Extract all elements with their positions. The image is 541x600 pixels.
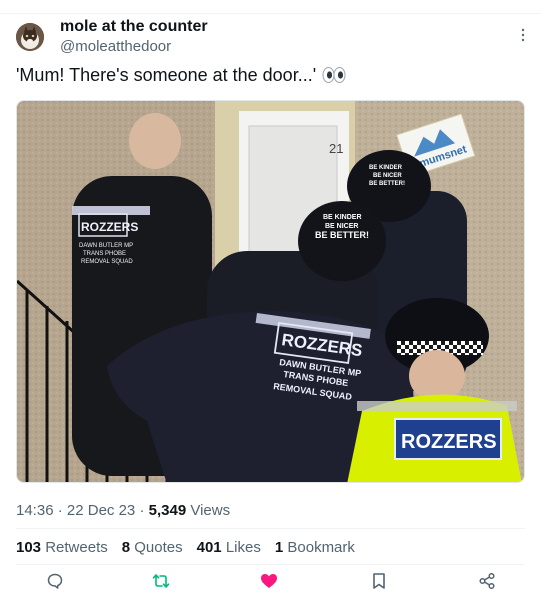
like-icon[interactable] <box>259 571 279 591</box>
top-divider <box>0 13 541 14</box>
likes-label: Likes <box>225 539 261 556</box>
retweets-stat[interactable]: 103 Retweets <box>16 539 108 556</box>
tweet-header: mole at the counter @moleatthedoor <box>16 18 526 60</box>
views-count: 5,349 <box>148 502 187 519</box>
helmet-text-1a: BE KINDER <box>369 165 403 171</box>
action-bar <box>16 566 525 596</box>
door-number: 21 <box>329 141 343 156</box>
likes-stat[interactable]: 401 Likes <box>197 539 261 556</box>
more-options-icon[interactable] <box>520 28 526 42</box>
helmet-text-1b: BE NICER <box>373 173 402 179</box>
tweet-date[interactable]: 22 Dec 23 <box>67 502 135 519</box>
jacket-sub-1b: TRANS PHOBE <box>83 251 126 257</box>
retweets-label: Retweets <box>45 539 108 556</box>
retweet-icon[interactable] <box>151 571 171 591</box>
bookmark-icon[interactable] <box>369 571 389 591</box>
tweet-text-row: 'Mum! There's someone at the door...' <box>16 65 346 89</box>
reply-icon[interactable] <box>45 571 65 591</box>
engagement-stats: 103 Retweets 8 Quotes 401 Likes 1 Bookmark <box>16 539 369 556</box>
meta-separator-1: · <box>57 502 63 519</box>
helmet-text-2b: BE NICER <box>325 223 358 230</box>
author-name[interactable]: mole at the counter <box>60 18 208 36</box>
retweets-count: 103 <box>16 539 42 556</box>
bookmarks-count: 1 <box>274 539 284 556</box>
helmet-text-2a: BE KINDER <box>323 214 362 221</box>
bookmarks-stat[interactable]: 1 Bookmark <box>275 539 355 556</box>
jacket-sub-1a: DAWN BUTLER MP <box>79 243 133 249</box>
helmet-text-1c: BE BETTER! <box>369 181 405 187</box>
tweet-text: 'Mum! There's someone at the door...' <box>16 65 317 85</box>
bookmarks-label: Bookmark <box>287 539 355 556</box>
quotes-count: 8 <box>121 539 131 556</box>
quotes-label: Quotes <box>134 539 183 556</box>
meta-separator-2: · <box>139 502 145 519</box>
helmet-text-2c: BE BETTER! <box>315 230 369 240</box>
tweet-meta: 14:36 · 22 Dec 23 · 5,349 Views <box>16 502 230 519</box>
tweet-time[interactable]: 14:36 <box>16 502 54 519</box>
divider-1 <box>16 528 525 529</box>
avatar[interactable] <box>16 23 44 51</box>
jacket-label-1: ROZZERS <box>81 220 138 234</box>
tweet-photo[interactable]: 21 mumsnet ROZZERS DAWN BUTLER MP TRANS … <box>16 100 525 483</box>
eyes-emoji-icon <box>322 66 346 89</box>
views-label: Views <box>190 502 231 519</box>
divider-2 <box>16 564 525 565</box>
vest-label: ROZZERS <box>401 431 497 453</box>
jacket-sub-1c: REMOVAL SQUAD <box>81 259 133 265</box>
quotes-stat[interactable]: 8 Quotes <box>122 539 183 556</box>
likes-count: 401 <box>196 539 222 556</box>
share-icon[interactable] <box>477 571 497 591</box>
author-handle[interactable]: @moleatthedoor <box>60 38 171 55</box>
